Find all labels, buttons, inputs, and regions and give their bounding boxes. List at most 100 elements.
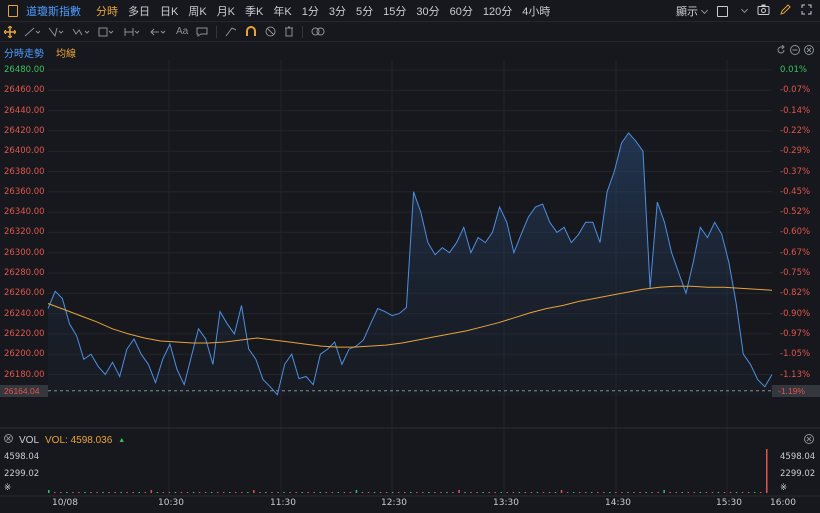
text-tool-icon[interactable]: Aa: [176, 26, 188, 37]
volume-bar: [210, 492, 213, 493]
eraser-icon[interactable]: [225, 26, 237, 37]
volume-bar: [247, 492, 249, 493]
link-icon[interactable]: [311, 27, 325, 36]
chevron-down-icon[interactable]: [740, 5, 749, 13]
period-tab[interactable]: 季K: [245, 3, 263, 19]
volume-bar: [766, 449, 768, 493]
volume-bar: [283, 492, 285, 493]
volume-bar: [361, 492, 364, 493]
index-name[interactable]: 道瓊斯指數: [26, 3, 81, 19]
ray-icon[interactable]: [48, 27, 64, 37]
pct-tick-label: -0.90%: [780, 308, 811, 319]
volume-bar: [174, 492, 177, 493]
period-tab[interactable]: 5分: [356, 3, 373, 19]
volume-bar: [253, 490, 255, 493]
volume-bar: [699, 492, 702, 493]
reset-icon[interactable]: [776, 44, 786, 58]
time-tick-label: 12:30: [381, 498, 407, 508]
period-tab[interactable]: 周K: [188, 3, 206, 19]
period-tab[interactable]: 15分: [383, 3, 406, 19]
volume-close-icon[interactable]: [4, 434, 13, 446]
price-tick-label: 26460.00: [4, 85, 45, 96]
volume-bar: [66, 492, 68, 493]
camera-icon[interactable]: [757, 4, 770, 18]
pct-tick-label: -0.82%: [780, 288, 811, 299]
volume-bar: [609, 492, 611, 493]
volume-bar: [277, 492, 279, 493]
price-area: [48, 132, 772, 396]
volume-bar: [301, 492, 303, 493]
magnet-icon[interactable]: [245, 26, 257, 37]
trend-line-icon[interactable]: [24, 27, 40, 37]
comment-icon[interactable]: [196, 27, 208, 37]
volume-bar: [452, 492, 454, 493]
period-tab[interactable]: 3分: [329, 3, 346, 19]
pct-tick-label: -0.60%: [780, 227, 811, 238]
pct-tick-label: -1.05%: [780, 349, 811, 360]
price-tick-label: 26420.00: [4, 125, 45, 136]
price-tick-label: 26320.00: [4, 227, 45, 238]
volume-bar: [458, 490, 460, 493]
volume-bar: [518, 492, 521, 493]
close-icon[interactable]: [804, 45, 814, 58]
pattern-icon[interactable]: [98, 27, 116, 37]
pct-tick-label: -0.52%: [780, 207, 811, 218]
volume-bar: [560, 490, 563, 493]
layout-icon[interactable]: [717, 5, 728, 17]
volume-bar: [747, 492, 750, 493]
volume-bar: [235, 492, 237, 493]
volume-bar: [90, 492, 92, 493]
volume-bar: [500, 492, 502, 493]
period-tab[interactable]: 年K: [273, 3, 291, 19]
volume-panel-close-icon[interactable]: [804, 434, 814, 447]
arrow-icon[interactable]: [150, 27, 168, 37]
price-tick-label: 26400.00: [4, 146, 45, 157]
volume-value: VOL: 4598.036: [45, 434, 113, 446]
period-tab[interactable]: 多日: [128, 3, 150, 19]
period-tab[interactable]: 日K: [160, 3, 178, 19]
period-tabs: 分時 多日 日K 周K 月K 季K 年K 1分 3分 5分 15分 30分 60分 120分 4小時: [91, 3, 555, 19]
period-tab[interactable]: 120分: [483, 3, 512, 19]
period-tab[interactable]: 30分: [416, 3, 439, 19]
volume-bar: [144, 492, 146, 493]
volume-bar: [96, 492, 98, 493]
volume-bar: [379, 492, 382, 493]
volume-bar: [373, 492, 376, 493]
hide-icon[interactable]: [265, 26, 276, 37]
period-tab[interactable]: 月K: [217, 3, 235, 19]
volume-bar: [78, 492, 80, 493]
chart-tabs: 分時走勢 均線: [4, 45, 76, 60]
current-price-tag: 26164.04: [0, 384, 48, 397]
volume-bar: [741, 492, 744, 493]
wave-icon[interactable]: [72, 27, 90, 37]
volume-bar: [476, 492, 478, 493]
zoom-out-icon[interactable]: [790, 45, 800, 58]
period-tab[interactable]: 分時: [96, 3, 118, 19]
period-tab[interactable]: 1分: [302, 3, 319, 19]
volume-bar: [693, 492, 696, 493]
sidebar-toggle-icon[interactable]: [8, 4, 18, 17]
volume-bar: [506, 492, 508, 493]
pencil-icon[interactable]: [780, 4, 791, 18]
period-tab[interactable]: 60分: [450, 3, 473, 19]
time-tick-label: 10/08: [52, 498, 78, 508]
volume-bar: [241, 492, 243, 493]
volume-tick-label: ※: [4, 483, 12, 493]
volume-bar: [319, 492, 321, 493]
tab-intraday[interactable]: 分時走勢: [4, 45, 44, 60]
volume-bar: [585, 492, 587, 493]
crosshair-icon[interactable]: [4, 25, 16, 38]
volume-bar: [60, 492, 62, 493]
delete-icon[interactable]: [284, 26, 294, 37]
fullscreen-icon[interactable]: [801, 4, 812, 18]
period-tab[interactable]: 4小時: [522, 3, 550, 19]
volume-bar: [440, 492, 442, 493]
volume-bar: [150, 490, 153, 493]
volume-bars: [48, 449, 768, 493]
tab-moving-average[interactable]: 均線: [56, 45, 76, 60]
volume-bar: [192, 492, 195, 493]
display-dropdown[interactable]: 顯示: [676, 3, 709, 19]
volume-bar: [265, 492, 267, 493]
measure-icon[interactable]: [124, 27, 142, 37]
volume-bar: [313, 492, 315, 493]
